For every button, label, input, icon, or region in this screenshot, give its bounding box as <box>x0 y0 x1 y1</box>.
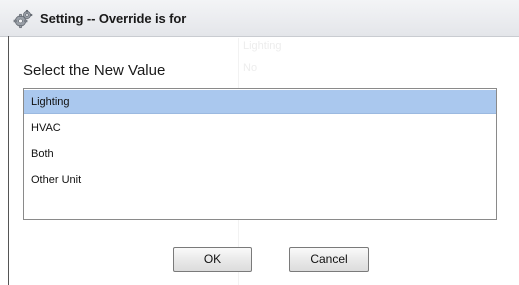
background-text-1: Lighting <box>243 40 282 52</box>
value-listbox[interactable]: Lighting HVAC Both Other Unit <box>23 88 497 220</box>
gears-icon <box>13 9 33 29</box>
dialog-title-bar[interactable]: Setting -- Override is for <box>0 0 519 37</box>
ok-button[interactable]: OK <box>173 247 252 272</box>
dialog-title: Setting -- Override is for <box>40 11 187 26</box>
prompt-label: Select the New Value <box>23 62 166 79</box>
override-dialog: Lighting No Setting -- Override is for S… <box>0 0 519 285</box>
background-text-2: No <box>243 62 258 74</box>
list-item-other-unit[interactable]: Other Unit <box>24 168 496 192</box>
dialog-left-border <box>8 36 9 285</box>
list-item-both[interactable]: Both <box>24 142 496 166</box>
cancel-button[interactable]: Cancel <box>289 247 369 272</box>
list-item-hvac[interactable]: HVAC <box>24 116 496 140</box>
list-item-lighting[interactable]: Lighting <box>24 90 496 114</box>
